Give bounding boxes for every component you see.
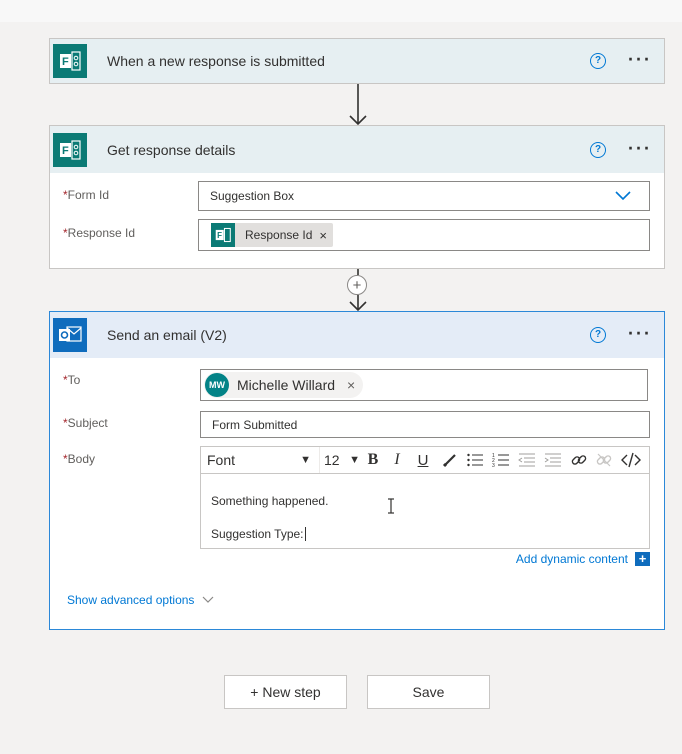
body-line-2: Suggestion Type:	[211, 527, 306, 541]
forms-icon: F	[211, 223, 235, 247]
recipient-chip[interactable]: MW Michelle Willard ×	[204, 372, 364, 398]
help-icon[interactable]: ?	[590, 53, 606, 69]
increase-indent-icon[interactable]	[542, 447, 564, 473]
subject-label: *Subject	[63, 416, 108, 430]
font-color-icon[interactable]	[439, 447, 461, 473]
svg-text:F: F	[62, 56, 69, 68]
body-editor[interactable]: Font ▼ 12 ▼ B I U 123 Something happened…	[200, 446, 650, 549]
numbered-list-icon[interactable]: 123	[490, 447, 512, 473]
forms-icon: F	[53, 132, 87, 167]
to-label: *To	[63, 373, 81, 387]
code-view-icon[interactable]	[618, 447, 644, 473]
text-cursor	[304, 527, 306, 541]
font-size-dropdown[interactable]: 12 ▼	[319, 447, 362, 473]
svg-text:F: F	[217, 231, 222, 240]
get-details-title: Get response details	[107, 141, 236, 158]
italic-icon[interactable]: I	[387, 447, 407, 473]
remove-recipient-icon[interactable]: ×	[347, 377, 355, 393]
chevron-down-icon	[202, 591, 214, 609]
more-options-icon[interactable]: ···	[628, 138, 652, 159]
recipient-name: Michelle Willard	[237, 377, 336, 393]
font-dropdown[interactable]: Font ▼	[207, 447, 311, 473]
outlook-icon	[53, 318, 87, 352]
help-icon[interactable]: ?	[590, 141, 606, 158]
avatar: MW	[205, 373, 229, 397]
response-id-label: *Response Id	[63, 226, 136, 240]
link-icon[interactable]	[568, 447, 590, 473]
show-advanced-options[interactable]: Show advanced options	[67, 591, 214, 609]
send-email-card[interactable]: Send an email (V2) ? ··· *To MW Michelle…	[49, 311, 665, 630]
i-beam-cursor-icon	[387, 498, 395, 519]
svg-text:3: 3	[492, 463, 495, 468]
new-step-button[interactable]: + New step	[224, 675, 347, 709]
form-id-value: Suggestion Box	[210, 189, 295, 203]
send-email-title: Send an email (V2)	[107, 327, 227, 343]
body-label: *Body	[63, 452, 96, 466]
response-id-token-label: Response Id	[245, 228, 313, 242]
bold-icon[interactable]: B	[362, 447, 384, 473]
insert-step-button[interactable]: +	[347, 275, 367, 295]
flow-arrow	[348, 84, 368, 126]
trigger-card[interactable]: F When a new response is submitted ? ···	[49, 38, 665, 84]
body-text-area[interactable]: Something happened. Suggestion Type:	[201, 474, 649, 548]
chevron-down-icon[interactable]	[615, 190, 631, 204]
get-response-details-card[interactable]: F Get response details ? ··· *Form Id Su…	[49, 125, 665, 269]
caret-down-icon: ▼	[349, 454, 360, 466]
more-options-icon[interactable]: ···	[628, 49, 652, 70]
save-button[interactable]: Save	[367, 675, 490, 709]
font-value: Font	[207, 452, 236, 468]
trigger-card-header[interactable]: F When a new response is submitted ? ···	[50, 39, 664, 83]
body-line-1: Something happened.	[211, 494, 329, 508]
add-dynamic-content-icon: +	[635, 552, 650, 566]
decrease-indent-icon[interactable]	[516, 447, 538, 473]
to-input[interactable]: MW Michelle Willard ×	[200, 369, 648, 401]
add-dynamic-content-label: Add dynamic content	[515, 552, 628, 566]
get-details-header[interactable]: F Get response details ? ···	[50, 126, 664, 173]
form-id-label: *Form Id	[63, 188, 110, 202]
body-toolbar: Font ▼ 12 ▼ B I U 123	[201, 447, 649, 474]
more-options-icon[interactable]: ···	[628, 323, 652, 344]
show-advanced-options-label: Show advanced options	[67, 593, 195, 607]
form-id-dropdown[interactable]: Suggestion Box	[198, 181, 650, 211]
subject-value: Form Submitted	[212, 417, 298, 432]
top-band	[0, 0, 682, 22]
remove-token-icon[interactable]: ×	[319, 228, 327, 243]
caret-down-icon: ▼	[300, 454, 311, 466]
underline-icon[interactable]: U	[412, 447, 434, 473]
subject-input[interactable]: Form Submitted	[200, 411, 650, 438]
trigger-title: When a new response is submitted	[107, 53, 325, 69]
send-email-header[interactable]: Send an email (V2) ? ···	[50, 312, 664, 358]
forms-icon: F	[53, 44, 87, 78]
bullet-list-icon[interactable]	[464, 447, 486, 473]
help-icon[interactable]: ?	[590, 327, 606, 343]
svg-text:F: F	[62, 145, 69, 157]
add-dynamic-content-link[interactable]: Add dynamic content +	[516, 552, 650, 566]
unlink-icon[interactable]	[593, 447, 615, 473]
response-id-token[interactable]: F Response Id ×	[211, 223, 333, 247]
response-id-input[interactable]: F Response Id ×	[198, 219, 650, 251]
plus-icon: +	[352, 276, 362, 294]
font-size-value: 12	[324, 452, 340, 468]
